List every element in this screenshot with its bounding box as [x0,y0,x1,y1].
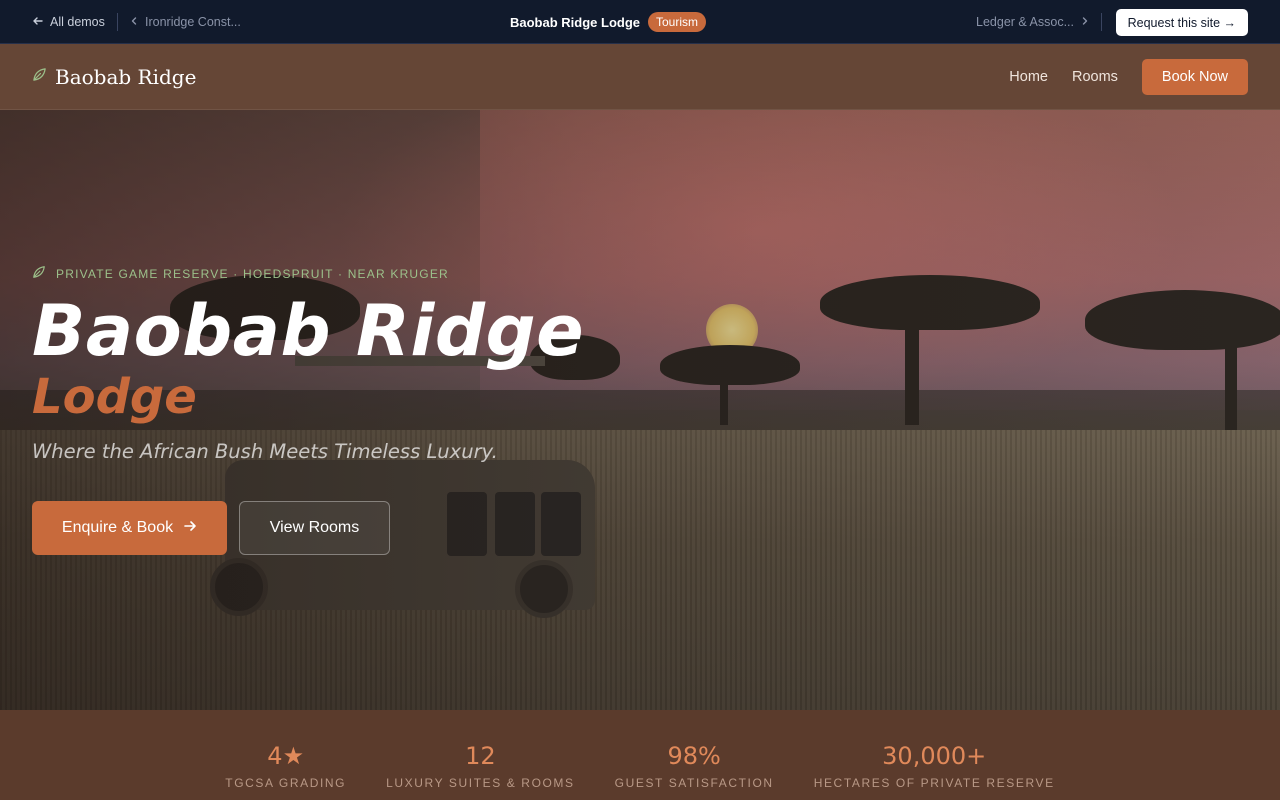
stat-item: 30,000+ HECTARES OF PRIVATE RESERVE [814,742,1055,800]
leaf-icon [32,265,46,282]
next-demo-link[interactable]: Ledger & Assoc... [976,0,1090,44]
stat-item: 98% GUEST SATISFACTION [615,742,774,800]
enquire-book-label: Enquire & Book [61,519,174,536]
stat-label: TGCSA GRADING [225,776,347,790]
demo-bar: All demos Ironridge Const... Baobab Ridg… [0,0,1280,44]
request-site-button[interactable]: Request this site → [1115,9,1248,36]
stats-bar: 4★ TGCSA GRADING 12 LUXURY SUITES & ROOM… [0,710,1280,800]
main-nav: Home Rooms Book Now [1009,59,1248,95]
book-now-button[interactable]: Book Now [1141,59,1248,95]
nav-rooms[interactable]: Rooms [1072,69,1118,85]
brand-name: Baobab Ridge [55,65,197,89]
demo-current: Baobab Ridge Lodge Tourism [510,0,707,44]
view-rooms-button[interactable]: View Rooms [239,501,390,555]
site-header: Baobab Ridge Home Rooms Book Now [0,44,1280,110]
enquire-book-button[interactable]: Enquire & Book [32,501,227,555]
eyebrow-text: PRIVATE GAME RESERVE · HOEDSPRUIT · NEAR… [56,266,449,281]
arrow-right-icon [183,519,197,538]
stat-value: 98% [667,742,721,770]
stat-value: 30,000+ [882,742,987,770]
prev-demo-link[interactable]: Ironridge Const... [129,0,241,44]
hero-title: Baobab Ridge [32,290,585,372]
hero-tagline: Where the African Bush Meets Timeless Lu… [32,440,498,463]
stat-label: LUXURY SUITES & ROOMS [386,776,575,790]
hero-section: PRIVATE GAME RESERVE · HOEDSPRUIT · NEAR… [0,110,1280,710]
stat-label: GUEST SATISFACTION [614,776,774,790]
next-demo-label: Ledger & Assoc... [976,15,1074,29]
divider [1101,13,1102,31]
hero-eyebrow: PRIVATE GAME RESERVE · HOEDSPRUIT · NEAR… [32,265,449,282]
prev-demo-label: Ironridge Const... [145,15,241,29]
arrow-left-icon [32,15,44,30]
demo-site-title: Baobab Ridge Lodge [510,14,640,30]
stat-item: 12 LUXURY SUITES & ROOMS [386,742,575,800]
stat-value: 12 [465,742,496,770]
nav-home[interactable]: Home [1009,69,1048,85]
brand-logo[interactable]: Baobab Ridge [32,44,196,110]
hero-title-accent: Lodge [32,369,197,425]
stat-item: 4★ TGCSA GRADING [225,742,346,800]
all-demos-label: All demos [50,15,105,29]
all-demos-link[interactable]: All demos [32,0,105,44]
stat-value: 4★ [267,742,305,770]
leaf-icon [32,67,47,87]
stat-label: HECTARES OF PRIVATE RESERVE [813,776,1055,790]
chevron-left-icon [129,15,139,29]
chevron-right-icon [1080,15,1090,29]
category-badge: Tourism [648,12,707,32]
divider [117,13,118,31]
